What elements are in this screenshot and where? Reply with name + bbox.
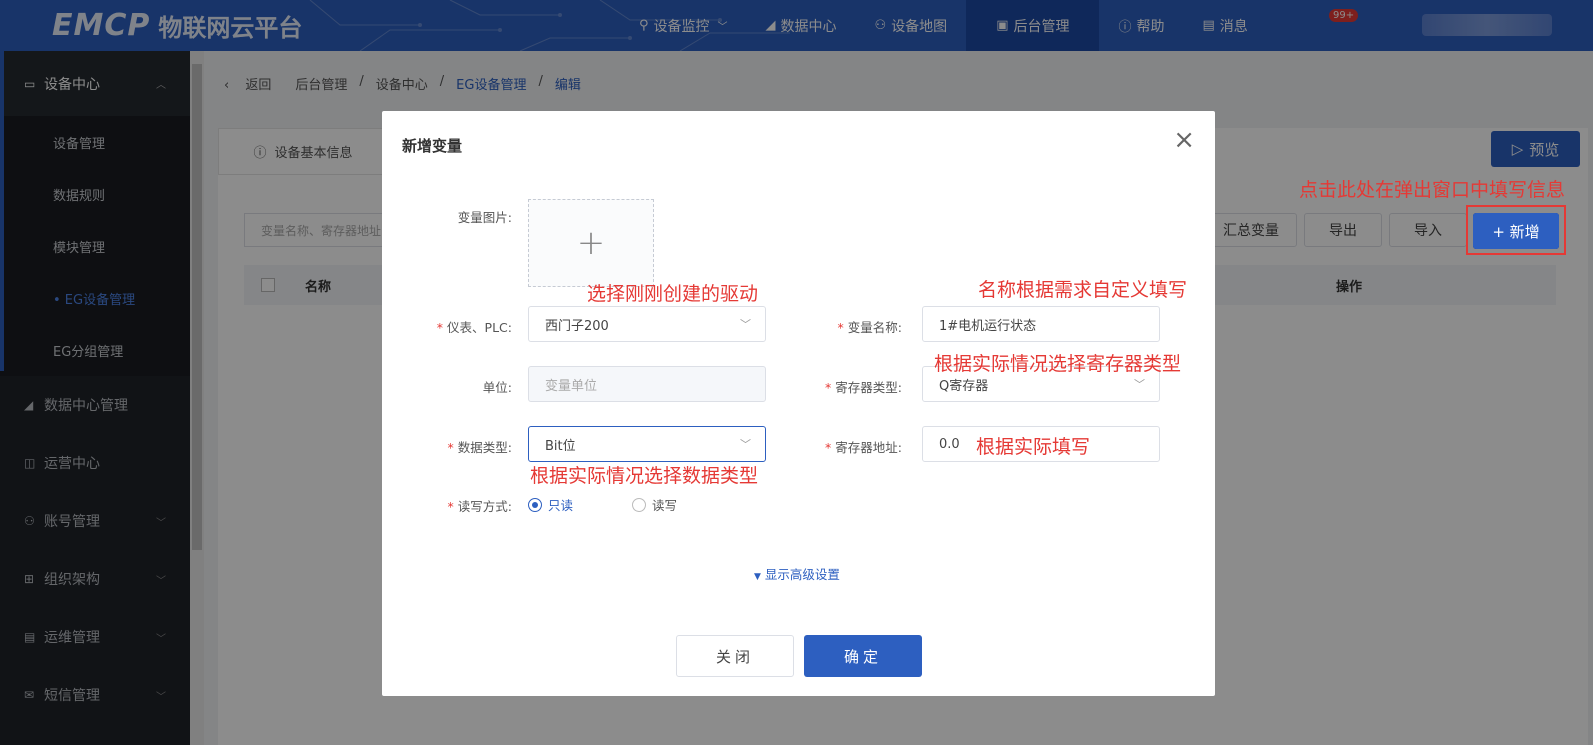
data-type-select[interactable]: Bit位 ﹀ (528, 426, 766, 462)
chevron-down-icon: ﹀ (740, 318, 751, 331)
plc-select-value: 西门子200 (545, 318, 609, 334)
reg-type-label: * 寄存器类型: (792, 377, 902, 396)
data-type-label: * 数据类型: (412, 437, 512, 456)
add-button-highlight-box (1466, 205, 1566, 255)
reg-addr-label: * 寄存器地址: (792, 437, 902, 456)
required-mark: * (825, 380, 832, 395)
annotation-reg-type-hint: 根据实际情况选择寄存器类型 (934, 353, 1182, 375)
required-mark: * (825, 440, 832, 455)
confirm-button[interactable]: 确定 (804, 635, 922, 677)
radio-label: 读写 (652, 498, 678, 513)
rw-label-text: 读写方式: (457, 499, 512, 514)
chevron-down-icon: ﹀ (740, 438, 751, 451)
radio-dot-checked (528, 497, 542, 512)
required-mark: * (837, 320, 844, 335)
radio-read-write[interactable]: 读写 (632, 495, 677, 514)
reg-addr-label-text: 寄存器地址: (835, 440, 902, 455)
annotation-data-type-hint: 根据实际情况选择数据类型 (530, 465, 759, 487)
image-upload[interactable]: + (528, 199, 654, 287)
unit-label: 单位: (482, 380, 512, 395)
var-name-label: * 变量名称: (802, 317, 902, 336)
rw-label: * 读写方式: (412, 496, 512, 515)
caret-down-icon: ▼ (754, 572, 761, 582)
show-advanced-settings-link[interactable]: ▼ 显示高级设置 (754, 564, 840, 583)
chevron-down-icon: ﹀ (1134, 378, 1145, 391)
annotation-name-hint: 名称根据需求自定义填写 (978, 279, 1188, 301)
cancel-button[interactable]: 关闭 (676, 635, 794, 677)
dialog-title: 新增变量 (402, 137, 463, 155)
var-name-input[interactable]: 1#电机运行状态 (922, 306, 1160, 342)
reg-type-select-value: Q寄存器 (939, 378, 989, 394)
required-mark: * (447, 499, 454, 514)
advanced-label: 显示高级设置 (764, 567, 840, 582)
close-icon[interactable]: × (1173, 125, 1195, 155)
image-label: 变量图片: (457, 210, 512, 225)
annotation-add-hint: 点击此处在弹出窗口中填写信息 (1299, 179, 1566, 201)
plus-icon: + (576, 223, 606, 263)
plc-select[interactable]: 西门子200 ﹀ (528, 306, 766, 342)
add-variable-dialog: 新增变量 × 变量图片: + * 仪表、PLC: 西门子200 ﹀ * 变量名称: … (382, 111, 1215, 696)
data-type-select-value: Bit位 (545, 438, 576, 454)
annotation-driver-hint: 选择刚刚创建的驱动 (587, 283, 759, 305)
var-name-label-text: 变量名称: (847, 320, 902, 335)
plc-label-text: 仪表、PLC: (447, 320, 512, 335)
annotation-reg-addr-hint: 根据实际填写 (976, 436, 1091, 458)
required-mark: * (436, 320, 444, 335)
radio-dot (632, 497, 646, 512)
radio-label: 只读 (548, 498, 574, 513)
required-mark: * (447, 440, 454, 455)
reg-type-label-text: 寄存器类型: (835, 380, 902, 395)
radio-read-only[interactable]: 只读 (528, 495, 573, 514)
plc-label: * 仪表、PLC: (402, 317, 512, 336)
unit-input[interactable]: 变量单位 (528, 366, 766, 402)
data-type-label-text: 数据类型: (457, 440, 512, 455)
